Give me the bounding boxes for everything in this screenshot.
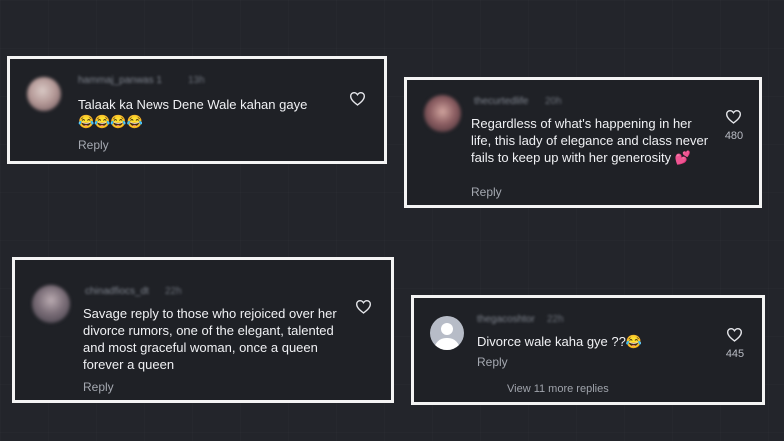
heart-outline-icon[interactable] (726, 327, 743, 342)
comment-card: thecurtedlife 20h Regardless of what's h… (404, 77, 762, 208)
comment-card: chinadfiocs_dt 22h Savage reply to those… (12, 257, 394, 403)
comment-timestamp: 22h (165, 286, 182, 297)
reply-button[interactable]: Reply (78, 138, 109, 152)
heart-outline-icon[interactable] (349, 91, 366, 106)
comment-username[interactable]: thegacoshtor (477, 314, 535, 325)
comment-text: Savage reply to those who rejoiced over … (83, 306, 337, 372)
like-count: 480 (724, 130, 744, 142)
reply-button[interactable]: Reply (471, 185, 502, 199)
avatar[interactable] (424, 95, 461, 132)
comment-timestamp: 13h (188, 75, 205, 86)
comment-text: Regardless of what's happening in her li… (471, 116, 709, 165)
view-more-replies-link[interactable]: View 11 more replies (507, 383, 609, 395)
reply-button[interactable]: Reply (83, 380, 114, 394)
comment-username[interactable]: thecurtedlife (474, 96, 528, 107)
comment-text: Talaak ka News Dene Wale kahan gaye 😂😂😂😂 (78, 97, 308, 129)
heart-outline-icon[interactable] (355, 299, 372, 314)
comment-card: thegacoshtor 22h Divorce wale kaha gye ?… (411, 295, 765, 405)
avatar[interactable] (27, 77, 61, 111)
avatar[interactable] (32, 285, 70, 323)
like-count: 445 (725, 348, 745, 360)
comment-username[interactable]: hammaj_panwas 1 (78, 75, 162, 86)
comment-text: Divorce wale kaha gye ??😂 (477, 334, 643, 349)
comment-card: hammaj_panwas 1 13h Talaak ka News Dene … (7, 56, 387, 164)
comment-timestamp: 20h (545, 96, 562, 107)
comment-timestamp: 22h (547, 314, 564, 325)
comment-username[interactable]: chinadfiocs_dt (85, 286, 149, 297)
heart-outline-icon[interactable] (725, 109, 742, 124)
user-silhouette-icon[interactable] (430, 316, 464, 350)
reply-button[interactable]: Reply (477, 355, 508, 369)
